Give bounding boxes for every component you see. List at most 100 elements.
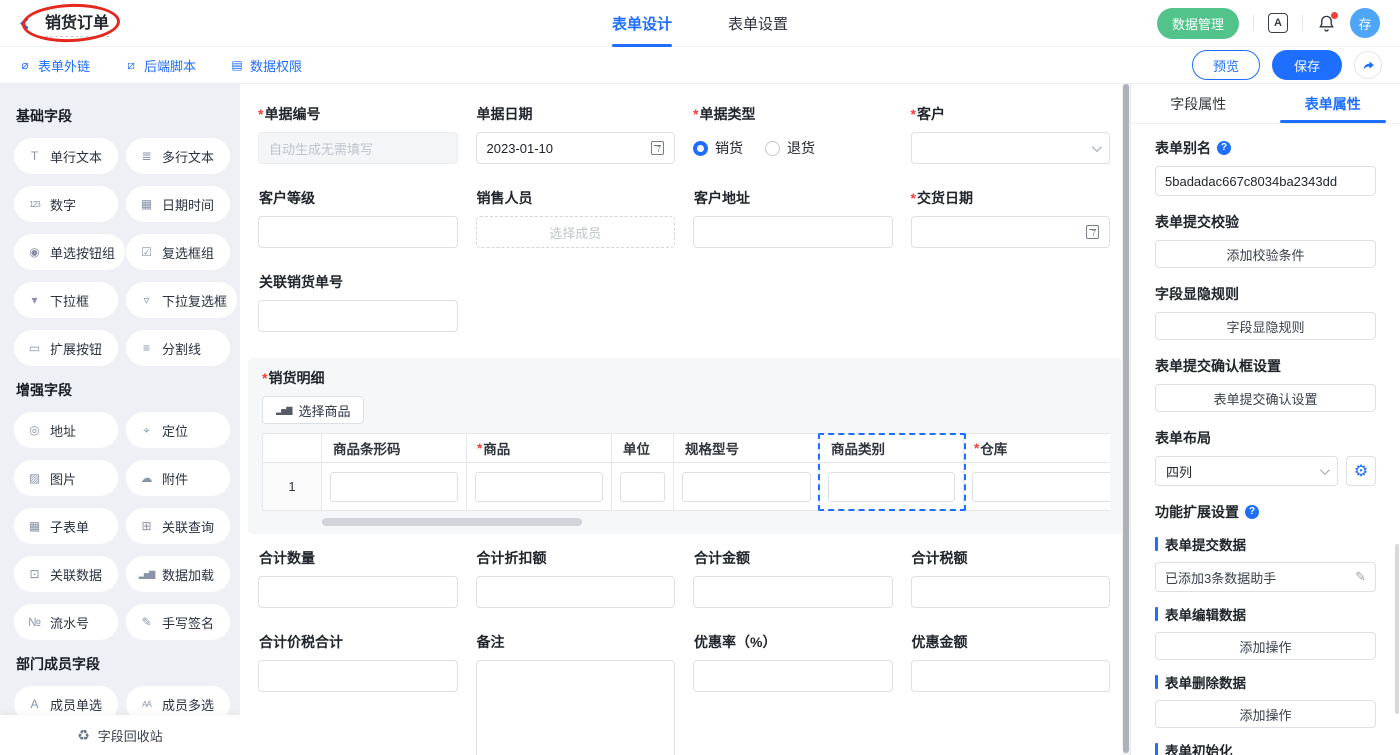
field-salesperson[interactable]: 销售人员 选择成员 <box>476 188 676 248</box>
doc-no-input[interactable]: 自动生成无需填写 <box>258 132 458 164</box>
discount-rate-input[interactable] <box>693 660 893 692</box>
save-button[interactable]: 保存 <box>1272 50 1342 80</box>
customer-select[interactable] <box>911 132 1111 164</box>
gear-icon[interactable]: ⚙ <box>1346 456 1376 486</box>
radio-return[interactable]: 退货 <box>765 138 815 158</box>
col-header-unit[interactable]: 单位 <box>612 433 674 463</box>
avatar[interactable]: 存 <box>1350 8 1380 38</box>
address-book-icon[interactable]: A <box>1268 13 1288 33</box>
category-cell-input[interactable] <box>828 472 955 502</box>
field-item-datetime[interactable]: ▦日期时间 <box>126 186 230 222</box>
tab-form-design[interactable]: 表单设计 <box>612 0 672 47</box>
add-validation-button[interactable]: 添加校验条件 <box>1155 240 1376 268</box>
field-item-attachment[interactable]: ☁附件 <box>126 460 230 496</box>
delete-data-add-button[interactable]: 添加操作 <box>1155 700 1376 728</box>
field-item-extend-button[interactable]: ▭扩展按钮 <box>14 330 118 366</box>
share-icon[interactable] <box>1354 51 1382 79</box>
field-item-serial-number[interactable]: №流水号 <box>14 604 118 640</box>
tab-form-properties[interactable]: 表单属性 <box>1266 84 1400 123</box>
discount-amount-input[interactable] <box>911 660 1111 692</box>
field-doc-no[interactable]: *单据编号 自动生成无需填写 <box>258 104 458 164</box>
field-doc-type[interactable]: *单据类型 销货 退货 <box>693 104 893 164</box>
field-doc-date[interactable]: 单据日期 2023-01-107 <box>476 104 676 164</box>
field-item-multi-line-text[interactable]: ≣多行文本 <box>126 138 230 174</box>
col-header-product[interactable]: *商品 <box>467 433 612 463</box>
total-tax-input[interactable] <box>911 576 1111 608</box>
field-item-signature[interactable]: ✎手写签名 <box>126 604 230 640</box>
field-item-linked-data[interactable]: ⊡关联数据 <box>14 556 118 592</box>
field-total-tax[interactable]: 合计税额 <box>911 548 1111 608</box>
field-item-location[interactable]: ⌖定位 <box>126 412 230 448</box>
product-cell-input[interactable] <box>475 472 603 502</box>
field-remark[interactable]: 备注 <box>476 632 676 755</box>
data-permission-link[interactable]: ▤ 数据权限 <box>230 56 302 75</box>
form-layout-select[interactable]: 四列 <box>1155 456 1338 486</box>
radio-sale[interactable]: 销货 <box>693 138 743 158</box>
field-item-linked-query[interactable]: ⊞关联查询 <box>126 508 230 544</box>
preview-button[interactable]: 预览 <box>1192 50 1260 80</box>
total-discount-input[interactable] <box>476 576 676 608</box>
field-item-single-line-text[interactable]: T单行文本 <box>14 138 118 174</box>
field-total-qty[interactable]: 合计数量 <box>258 548 458 608</box>
field-visibility-button[interactable]: 字段显隐规则 <box>1155 312 1376 340</box>
backend-script-link[interactable]: ⧄ 后端脚本 <box>124 56 196 75</box>
field-customer-level[interactable]: 客户等级 <box>258 188 458 248</box>
field-discount-rate[interactable]: 优惠率（%） <box>693 632 893 755</box>
field-item-number[interactable]: 123数字 <box>14 186 118 222</box>
field-item-address[interactable]: ◎地址 <box>14 412 118 448</box>
tab-form-settings[interactable]: 表单设置 <box>728 0 788 47</box>
submit-confirm-button[interactable]: 表单提交确认设置 <box>1155 384 1376 412</box>
edit-icon[interactable]: ✎ <box>1355 569 1366 585</box>
data-manage-button[interactable]: 数据管理 <box>1157 8 1239 39</box>
field-item-checkbox-group[interactable]: ☑复选框组 <box>126 234 230 270</box>
field-related-order-no[interactable]: 关联销货单号 <box>258 272 458 332</box>
subform-horizontal-scrollbar[interactable] <box>322 518 582 526</box>
form-alias-input[interactable]: 5badadac667c8034ba2343dd <box>1155 166 1376 196</box>
field-delivery-date[interactable]: *交货日期 7 <box>911 188 1111 248</box>
salesperson-picker[interactable]: 选择成员 <box>476 216 676 248</box>
field-item-subform[interactable]: ▦子表单 <box>14 508 118 544</box>
delivery-date-input[interactable]: 7 <box>911 216 1111 248</box>
col-header-spec[interactable]: 规格型号 <box>674 433 820 463</box>
help-icon[interactable] <box>1217 141 1231 155</box>
field-total-with-tax[interactable]: 合计价税合计 <box>258 632 458 755</box>
scrollbar-thumb[interactable] <box>1123 84 1129 753</box>
total-qty-input[interactable] <box>258 576 458 608</box>
doc-date-input[interactable]: 2023-01-107 <box>476 132 676 164</box>
notification-bell-icon[interactable] <box>1317 14 1336 33</box>
remark-textarea[interactable] <box>476 660 676 755</box>
field-total-discount[interactable]: 合计折扣额 <box>476 548 676 608</box>
field-item-image[interactable]: ▨图片 <box>14 460 118 496</box>
col-header-category[interactable]: 商品类别 <box>820 433 964 463</box>
unit-cell-input[interactable] <box>620 472 665 502</box>
field-customer[interactable]: *客户 <box>911 104 1111 164</box>
barcode-cell-input[interactable] <box>330 472 458 502</box>
field-item-divider-line[interactable]: ≡分割线 <box>126 330 230 366</box>
customer-address-input[interactable] <box>693 216 893 248</box>
field-item-radio-group[interactable]: ◉单选按钮组 <box>14 234 125 270</box>
submit-data-assistant-box[interactable]: 已添加3条数据助手 ✎ <box>1155 562 1376 592</box>
total-with-tax-input[interactable] <box>258 660 458 692</box>
field-recycle-bin[interactable]: ♻ 字段回收站 <box>0 715 240 755</box>
field-item-select[interactable]: ▾下拉框 <box>14 282 118 318</box>
field-item-multi-select[interactable]: ▿下拉复选框 <box>126 282 237 318</box>
form-external-link[interactable]: ⌀ 表单外链 <box>18 56 90 75</box>
form-design-canvas[interactable]: *单据编号 自动生成无需填写 单据日期 2023-01-107 *单据类型 销货… <box>240 84 1122 755</box>
panel-scrollbar[interactable] <box>1395 544 1399 714</box>
form-title[interactable]: 销货订单 <box>45 9 109 37</box>
total-amount-input[interactable] <box>693 576 893 608</box>
field-item-data-load[interactable]: ▂▅▇数据加载 <box>126 556 230 592</box>
canvas-vertical-scrollbar[interactable] <box>1122 84 1130 755</box>
field-customer-address[interactable]: 客户地址 <box>693 188 893 248</box>
subform-sales-detail[interactable]: *销货明细 ▂▅▇ 选择商品 商品条形码 *商品 单位 规格型号 商品类别 *仓… <box>248 358 1122 534</box>
warehouse-cell-input[interactable] <box>972 472 1110 502</box>
field-total-amount[interactable]: 合计金额 <box>693 548 893 608</box>
customer-level-input[interactable] <box>258 216 458 248</box>
back-icon[interactable] <box>20 17 33 30</box>
spec-cell-input[interactable] <box>682 472 811 502</box>
help-icon[interactable] <box>1245 505 1259 519</box>
select-product-button[interactable]: ▂▅▇ 选择商品 <box>262 396 364 424</box>
related-order-no-input[interactable] <box>258 300 458 332</box>
col-header-barcode[interactable]: 商品条形码 <box>322 433 467 463</box>
col-header-warehouse[interactable]: *仓库 <box>964 433 1110 463</box>
